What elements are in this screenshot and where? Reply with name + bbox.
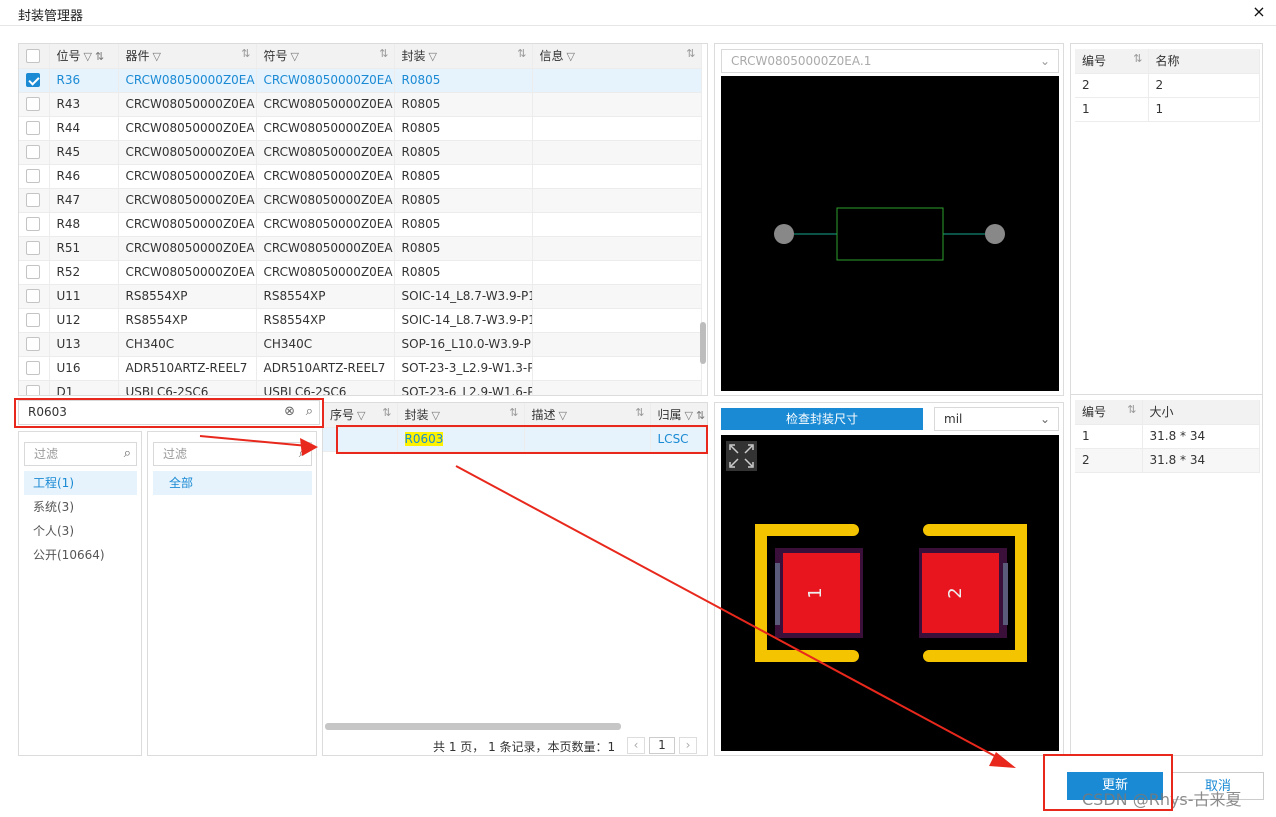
annotation-arrows: [199, 435, 1016, 768]
